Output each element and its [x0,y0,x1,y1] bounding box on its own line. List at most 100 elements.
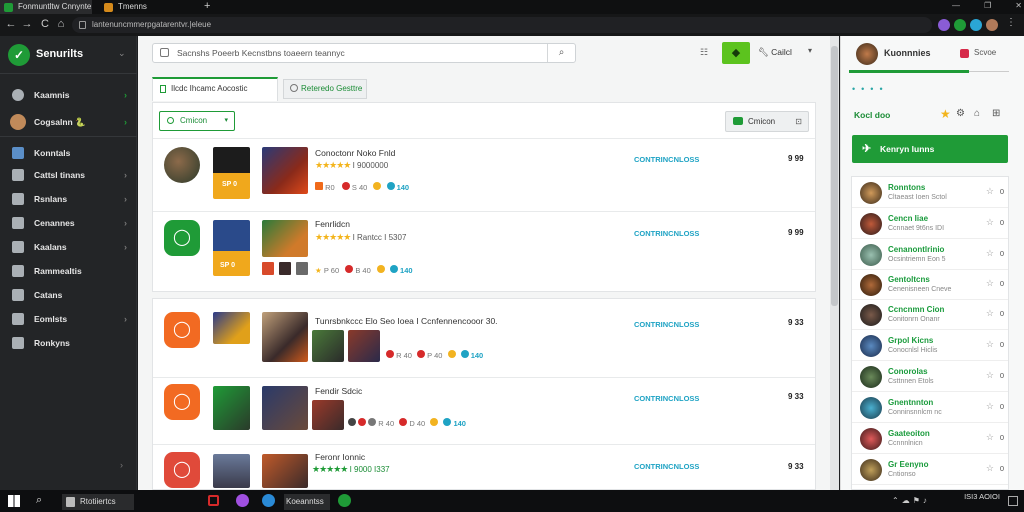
bookmark-icon[interactable]: ⌂ [974,108,980,119]
chevron-down-icon[interactable]: ⌄ [118,48,126,59]
game-thumbnail[interactable] [262,147,308,194]
star-outline-icon[interactable]: ☆ [986,401,994,412]
friend-row[interactable]: Gentoltcns Cenenisneen Cneve ☆ 0 [852,270,1008,300]
game-cover[interactable] [213,312,250,344]
sidebar-item[interactable]: Cenannes › [0,212,137,234]
friend-row[interactable]: Conorolas Csttnnen Etols ☆ 0 [852,362,1008,392]
scrollbar[interactable] [830,36,839,490]
chevron-down-icon[interactable]: ▾ [808,46,812,55]
primary-button[interactable]: ✈ Kenryn Iunns [852,135,1008,163]
extension-icon[interactable] [938,19,950,31]
game-title[interactable]: Fenrlidcn [315,219,350,229]
platform-link[interactable]: CONTRINCNLOSS [634,155,699,164]
windows-start-icon[interactable] [8,495,20,507]
platform-link[interactable]: CONTRINCNLOSS [634,320,699,329]
profile-avatar[interactable] [986,19,998,31]
game-cover[interactable] [213,454,250,488]
sidebar-item[interactable]: Rsnlans › [0,188,137,210]
game-thumbnail[interactable] [348,330,380,362]
star-outline-icon[interactable]: ☆ [986,278,994,289]
sort-dropdown[interactable]: Cmicon ▾ [159,111,235,131]
extension-icon[interactable] [970,19,982,31]
taskbar-app[interactable]: Rtotiiertcs [62,494,134,510]
game-cover[interactable] [213,386,250,430]
game-thumbnail[interactable] [262,454,308,488]
tab-active[interactable]: Ilcdc Ihcamc Aocostic [152,77,278,101]
platform-link[interactable]: CONTRINCNLOSS [634,229,699,238]
star-outline-icon[interactable]: ☆ [986,217,994,228]
scrollbar-thumb[interactable] [831,46,838,306]
sidebar-item[interactable]: Cogsalnn 🐍 › [0,111,137,133]
reload-icon[interactable]: C [38,17,52,31]
sidebar-item[interactable]: Kaalans › [0,236,137,258]
sidebar-item[interactable]: Ronkyns [0,332,137,354]
friend-row[interactable]: Ronntons Cltaeast Ioen Sctol ☆ 0 [852,178,1008,208]
expand-icon[interactable]: ⊞ [992,108,1000,119]
star-outline-icon[interactable]: ☆ [986,248,994,259]
game-title[interactable]: Feronr Ionnic [315,452,365,462]
sidebar-item[interactable]: Eomlsts › [0,308,137,330]
system-tray-icons[interactable]: ⌃☁⚑♪ [892,496,930,505]
maximize-icon[interactable]: ❐ [984,1,991,10]
friend-row[interactable]: Cencn Iiae Ccnnaet 9t6ns IDI ☆ 0 [852,209,1008,239]
friend-row[interactable]: Grpol Kicns Conocnlsl Hiclis ☆ 0 [852,331,1008,361]
star-outline-icon[interactable]: ☆ [986,370,994,381]
close-icon[interactable]: ✕ [1015,1,1022,10]
tab[interactable]: Reteredo Gesttre [283,79,367,99]
game-thumbnail[interactable] [262,220,308,257]
friend-row[interactable]: Ccncnmn Cion Conitonrn Onanr ☆ 0 [852,300,1008,330]
star-icon[interactable]: ★ [940,107,951,121]
sidebar-item[interactable]: Konntals [0,142,137,164]
filter-icon[interactable]: ☷ [700,47,708,58]
panel-action[interactable]: Scvoe [974,48,996,57]
sidebar-item[interactable]: Kaamnis › [0,84,137,106]
friend-row[interactable]: Cenanontlrinio Ocsintriemn Eon 5 ☆ 0 [852,240,1008,270]
avatar[interactable] [856,43,878,65]
game-thumbnail[interactable] [262,386,308,430]
search-submit-icon[interactable]: ⌕ [547,44,575,62]
star-outline-icon[interactable]: ☆ [986,432,994,443]
game-title[interactable]: Fendir Sdcic [315,386,362,396]
chevron-right-icon[interactable]: › [120,460,123,470]
app-icon[interactable] [338,494,351,507]
settings-icon[interactable]: ⚙ [956,108,965,119]
app-icon[interactable] [262,494,275,507]
taskbar-app[interactable]: Koeanntss [284,494,330,510]
new-tab-button[interactable]: + [204,0,210,13]
browser-tab-active[interactable]: Fonmuntltw Cnnynte [0,0,92,14]
star-outline-icon[interactable]: ☆ [986,463,994,474]
minimize-icon[interactable]: — [952,1,960,10]
game-thumbnail[interactable] [312,330,344,362]
back-icon[interactable]: ← [4,17,18,31]
star-outline-icon[interactable]: ☆ [986,339,994,350]
action-button[interactable]: Cmicon ⊡ [725,111,809,132]
tag-button[interactable]: ◆ [722,42,750,64]
game-cover[interactable] [213,147,250,199]
notification-icon[interactable] [1008,496,1018,506]
home-icon[interactable]: ⌂ [54,17,68,31]
game-title[interactable]: Conoctonr Noko Fnld [315,148,395,158]
browser-tab[interactable]: Tmenns [100,0,190,14]
sidebar-item[interactable]: Catans [0,284,137,306]
app-icon[interactable] [208,495,219,506]
friend-row[interactable]: Gr Eenyno Cntionso ☆ 0 [852,455,1008,485]
app-icon[interactable] [236,494,249,507]
star-outline-icon[interactable]: ☆ [986,186,994,197]
game-thumbnail[interactable] [262,312,308,362]
game-thumbnail[interactable] [312,400,344,430]
sidebar-item[interactable]: Cattsl tinans › [0,164,137,186]
sidebar-item[interactable]: Rammealtis [0,260,137,282]
menu-icon[interactable]: ⋮ [1006,17,1016,28]
platform-link[interactable]: CONTRINCNLOSS [634,462,699,471]
settings-button[interactable]: 🔧︎ Cailcl [758,47,792,58]
platform-link[interactable]: CONTRINCNLOSS [634,394,699,403]
forward-icon[interactable]: → [20,17,34,31]
friend-row[interactable]: Gaateoiton Ccnnnlnicn ☆ 0 [852,424,1008,454]
extension-icon[interactable] [954,19,966,31]
friend-row[interactable]: Gnentnnton Conninsnnlcm nc ☆ 0 [852,393,1008,423]
search-input[interactable]: Sacnshs Poeerb Kecnstbns toaeern teannyc… [152,43,576,63]
star-outline-icon[interactable]: ☆ [986,308,994,319]
search-icon[interactable]: ⌕ [36,494,42,507]
address-bar[interactable]: lantenuncmmerpgatarentvr.|eleue [72,17,932,33]
game-title[interactable]: Tunrsbnkccc Elo Seo Ioea I Ccnfennencooo… [315,316,498,326]
